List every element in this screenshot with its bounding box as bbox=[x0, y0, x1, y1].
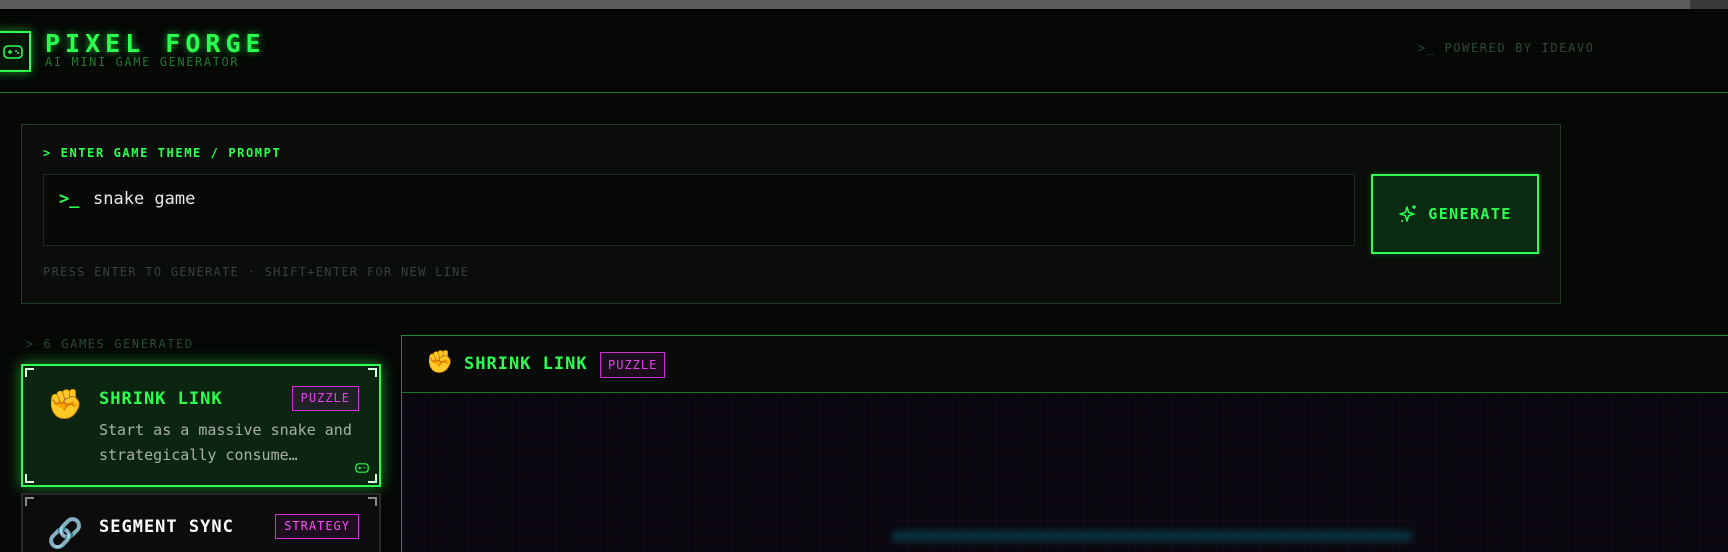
corner-decoration bbox=[25, 497, 34, 506]
preview-genre-tag: PUZZLE bbox=[600, 352, 666, 378]
game-card-segment-sync[interactable]: 🔗 SEGMENT SYNC STRATEGY bbox=[21, 493, 381, 552]
gamepad-icon bbox=[2, 44, 23, 59]
game-preview-panel: ✊ SHRINK LINK PUZZLE bbox=[401, 335, 1728, 552]
canvas-glow-decoration bbox=[892, 531, 1412, 541]
fist-emoji-icon: ✊ bbox=[47, 387, 84, 421]
generate-button[interactable]: GENERATE bbox=[1371, 174, 1539, 254]
genre-tag: STRATEGY bbox=[275, 514, 359, 539]
preview-title: SHRINK LINK bbox=[464, 354, 588, 374]
app-subtitle: AI MINI GAME GENERATOR bbox=[45, 55, 240, 69]
corner-decoration bbox=[368, 474, 377, 483]
corner-decoration bbox=[25, 368, 34, 377]
fist-emoji-icon: ✊ bbox=[426, 350, 454, 375]
prompt-label: > ENTER GAME THEME / PROMPT bbox=[43, 146, 282, 160]
game-canvas[interactable] bbox=[402, 394, 1728, 552]
corner-decoration bbox=[25, 474, 34, 483]
gamepad-icon bbox=[355, 463, 369, 473]
corner-decoration bbox=[368, 497, 377, 506]
prompt-panel: > ENTER GAME THEME / PROMPT >_ PRESS ENT… bbox=[21, 124, 1561, 304]
link-emoji-icon: 🔗 bbox=[47, 516, 84, 550]
games-count: > 6 GAMES GENERATED bbox=[26, 337, 194, 351]
logo bbox=[0, 31, 31, 72]
game-description: Start as a massive snake and strategical… bbox=[99, 421, 352, 464]
app-title: PIXEL FORGE bbox=[45, 29, 266, 58]
prompt-hint: PRESS ENTER TO GENERATE · SHIFT+ENTER FO… bbox=[43, 265, 470, 279]
corner-decoration bbox=[368, 368, 377, 377]
prompt-caret: >_ bbox=[59, 189, 80, 209]
scrollbar-thumb[interactable] bbox=[0, 0, 1690, 9]
generate-label: GENERATE bbox=[1428, 205, 1512, 223]
powered-by-label: >_ POWERED BY IDEAVO bbox=[1418, 41, 1595, 55]
genre-tag: PUZZLE bbox=[291, 386, 359, 411]
preview-header: ✊ SHRINK LINK PUZZLE bbox=[402, 336, 1728, 393]
game-title: SHRINK LINK bbox=[99, 389, 223, 409]
app-header: PIXEL FORGE AI MINI GAME GENERATOR >_ PO… bbox=[0, 9, 1728, 93]
sparkles-icon bbox=[1399, 205, 1417, 222]
browser-scrollbar[interactable] bbox=[0, 0, 1728, 9]
prompt-input[interactable] bbox=[93, 187, 1333, 211]
game-title: SEGMENT SYNC bbox=[99, 517, 234, 537]
prompt-input-box[interactable]: >_ bbox=[43, 174, 1355, 246]
game-card-shrink-link[interactable]: ✊ SHRINK LINK PUZZLE Start as a massive … bbox=[21, 364, 381, 487]
